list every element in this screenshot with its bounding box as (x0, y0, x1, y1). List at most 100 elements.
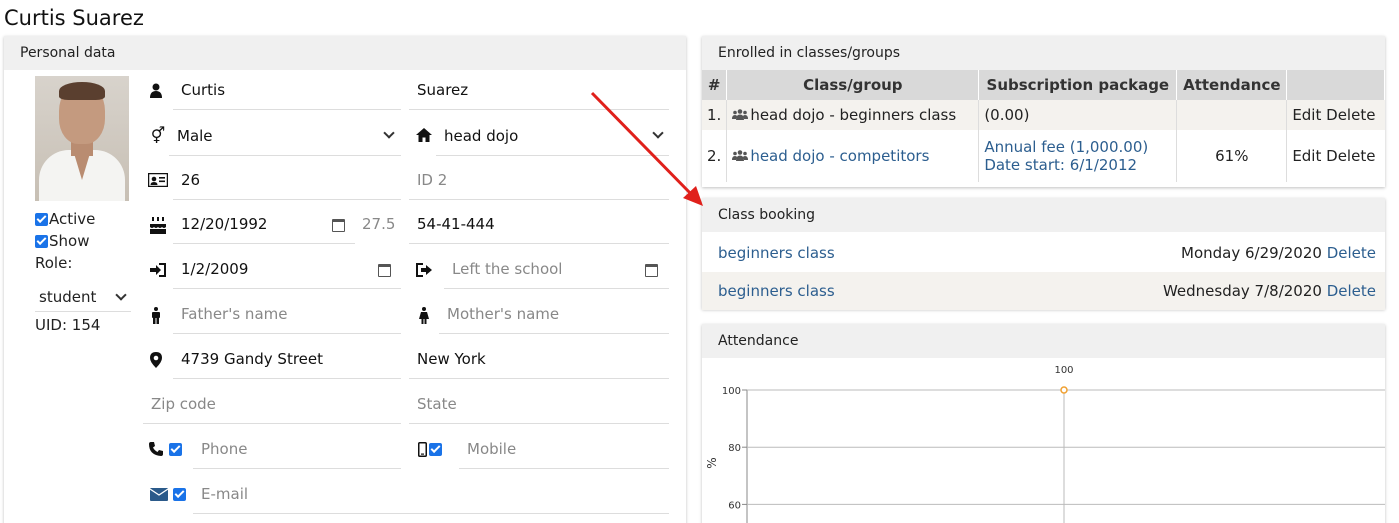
id-field[interactable]: 26 (173, 160, 401, 200)
arrow-head (683, 186, 703, 206)
birth-date-field[interactable]: 12/20/1992 (173, 204, 355, 244)
group-name-link[interactable]: head dojo - competitors (750, 147, 929, 165)
delete-link[interactable]: Delete (1326, 147, 1375, 165)
phone-icon (146, 439, 166, 459)
calendar-icon[interactable] (378, 264, 391, 277)
email-checkbox[interactable] (173, 488, 186, 501)
role-select[interactable]: student (35, 282, 131, 312)
profile-photo[interactable] (35, 76, 129, 201)
calendar-icon[interactable] (645, 264, 658, 277)
role-value: student (39, 288, 97, 306)
mobile-field[interactable]: Mobile (459, 429, 669, 469)
row-number: 2. (702, 130, 728, 182)
sign-out-icon (414, 260, 434, 280)
chevron-down-icon (115, 289, 127, 301)
show-checkbox[interactable] (35, 234, 48, 248)
dojo-select[interactable]: head dojo (436, 116, 669, 156)
code-field[interactable]: 54-41-444 (409, 204, 669, 244)
y-tick-label: 80 (728, 443, 741, 454)
booking-date: Wednesday 7/8/2020 (1162, 282, 1322, 300)
class-booking-panel: Class booking beginners class Monday 6/2… (702, 198, 1385, 310)
active-checkbox[interactable] (35, 212, 48, 226)
delete-link[interactable]: Delete (1326, 106, 1375, 124)
father-name-field[interactable]: Father's name (173, 294, 401, 334)
sign-in-icon (148, 260, 168, 280)
column-header: # (702, 70, 728, 100)
package-start-date[interactable]: Date start: 6/1/2012 (984, 156, 1171, 174)
left-date-field[interactable]: Left the school (444, 249, 669, 289)
list-item: beginners class Monday 6/29/2020 Delete (702, 234, 1385, 272)
edit-link[interactable]: Edit (1292, 147, 1321, 165)
booking-class-link[interactable]: beginners class (718, 244, 835, 262)
page-title: Curtis Suarez (4, 6, 144, 30)
id-card-icon (148, 170, 168, 190)
gender-value: Male (177, 127, 213, 145)
users-icon (732, 109, 750, 123)
data-label: 100 (1054, 365, 1073, 376)
table-row: 1. head dojo - beginners class (0.00) Ed… (702, 100, 1385, 130)
attendance-cell (1176, 100, 1288, 130)
enrolled-heading: Enrolled in classes/groups (702, 36, 1385, 70)
show-checkbox-row[interactable]: Show (35, 232, 89, 250)
personal-data-panel: Personal data Active Show Role: student … (4, 36, 686, 523)
row-number: 1. (702, 100, 728, 130)
table-row: 2. head dojo - competitors Annual fee (1… (702, 130, 1385, 182)
group-cell[interactable]: head dojo - beginners class (726, 100, 980, 130)
personal-data-heading: Personal data (4, 36, 686, 70)
mobile-checkbox[interactable] (429, 443, 442, 456)
column-header: Subscription package (978, 70, 1178, 100)
street-field[interactable]: 4739 Gandy Street (173, 339, 401, 379)
attendance-heading: Attendance (702, 324, 1385, 358)
state-field[interactable]: State (409, 384, 669, 424)
edit-link[interactable]: Edit (1292, 106, 1321, 124)
booking-delete-link[interactable]: Delete (1327, 244, 1376, 262)
gender-select[interactable]: Male (169, 116, 401, 156)
y-axis-label: % (705, 457, 719, 468)
column-header: Attendance (1176, 70, 1288, 100)
city-field[interactable]: New York (409, 339, 669, 379)
map-marker-icon (146, 350, 166, 370)
package-cell[interactable]: Annual fee (1,000.00) Date start: 6/1/201… (978, 130, 1178, 182)
female-icon (414, 305, 434, 325)
enrolled-table: # Class/group Subscription package Atten… (702, 70, 1385, 182)
home-icon (414, 125, 434, 145)
active-label: Active (49, 210, 96, 228)
last-name-field[interactable]: Suarez (409, 70, 669, 110)
package-cell: (0.00) (978, 100, 1178, 130)
calendar-icon[interactable] (332, 219, 345, 232)
gender-icon: ⚥ (150, 125, 166, 145)
user-icon (146, 80, 166, 100)
join-date-field[interactable]: 1/2/2009 (173, 249, 401, 289)
chevron-down-icon (383, 127, 395, 139)
data-point (1060, 386, 1068, 394)
zip-code-field[interactable]: Zip code (143, 384, 401, 424)
mother-name-field[interactable]: Mother's name (439, 294, 669, 334)
id2-field[interactable]: ID 2 (409, 160, 669, 200)
email-field[interactable]: E-mail (193, 474, 669, 514)
chevron-down-icon (652, 127, 664, 139)
phone-checkbox[interactable] (169, 443, 182, 456)
phone-field[interactable]: Phone (193, 429, 401, 469)
attendance-cell[interactable]: 61% (1176, 130, 1288, 182)
age-text: 27.5 (362, 215, 396, 233)
role-label: Role: (35, 254, 73, 272)
group-cell[interactable]: head dojo - competitors (726, 130, 980, 182)
active-checkbox-row[interactable]: Active (35, 210, 95, 228)
birthday-cake-icon (148, 215, 168, 235)
booking-delete-link[interactable]: Delete (1327, 282, 1376, 300)
y-tick-label: 100 (722, 386, 741, 397)
column-header: Class/group (726, 70, 980, 100)
users-icon (732, 150, 750, 164)
uid-text: UID: 154 (35, 316, 101, 334)
booking-date: Monday 6/29/2020 (1181, 244, 1322, 262)
package-link[interactable]: Annual fee (1,000.00) (984, 138, 1171, 156)
attendance-chart: 100 80 60% 100 (702, 358, 1385, 523)
male-icon (146, 305, 166, 325)
attendance-chart-svg: 100 80 60% 100 (705, 365, 1385, 523)
show-label: Show (49, 232, 90, 250)
enrolled-panel: Enrolled in classes/groups # Class/group… (702, 36, 1385, 187)
group-name: head dojo - beginners class (750, 106, 957, 124)
first-name-field[interactable]: Curtis (173, 70, 401, 110)
booking-class-link[interactable]: beginners class (718, 282, 835, 300)
y-tick-label: 60 (728, 500, 741, 511)
